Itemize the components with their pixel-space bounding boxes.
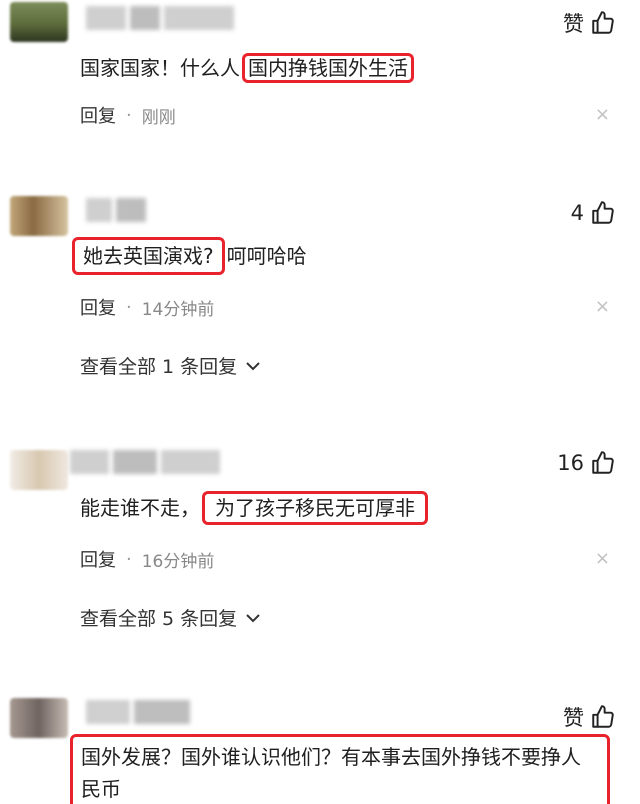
reply-button[interactable]: 回复 xyxy=(80,102,116,128)
like-button[interactable]: 16 xyxy=(557,450,616,476)
thumbs-up-icon xyxy=(592,201,614,224)
meta-separator: · xyxy=(126,548,132,570)
comment-text: 国家国家！什么人 国内挣钱国外生活 xyxy=(80,52,610,84)
avatar[interactable] xyxy=(10,196,68,236)
like-button[interactable]: 赞 xyxy=(563,702,616,732)
comment-meta: 回复 · 16分钟前 xyxy=(80,546,214,572)
comment-text: 她去英国演戏? 呵呵哈哈 xyxy=(70,237,610,275)
timestamp: 16分钟前 xyxy=(141,551,215,572)
close-icon[interactable]: × xyxy=(595,296,610,317)
timestamp: 刚刚 xyxy=(141,107,176,128)
comment-meta: 回复 · 刚刚 xyxy=(80,102,176,128)
close-icon[interactable]: × xyxy=(595,104,610,125)
like-count: 16 xyxy=(557,451,584,475)
thumbs-up-icon xyxy=(592,11,614,34)
reply-button[interactable]: 回复 xyxy=(80,294,116,320)
highlight-box: 国内挣钱国外生活 xyxy=(242,53,414,83)
like-count: 赞 xyxy=(563,706,584,730)
like-count: 赞 xyxy=(563,12,584,36)
username-blurred[interactable] xyxy=(86,700,190,724)
like-count: 4 xyxy=(570,201,584,225)
meta-separator: · xyxy=(126,296,132,318)
view-replies-button[interactable]: 查看全部 1 条回复 xyxy=(80,352,261,379)
thumbs-up-icon xyxy=(592,705,614,728)
username-blurred[interactable] xyxy=(86,6,236,30)
timestamp: 14分钟前 xyxy=(141,299,215,320)
highlight-box: 她去英国演戏? xyxy=(72,237,225,275)
view-replies-button[interactable]: 查看全部 5 条回复 xyxy=(80,604,261,631)
username-blurred[interactable] xyxy=(86,198,146,222)
like-button[interactable]: 赞 xyxy=(563,8,616,38)
chevron-down-icon xyxy=(246,613,260,622)
chevron-down-icon xyxy=(246,361,260,370)
reply-button[interactable]: 回复 xyxy=(80,546,116,572)
highlight-box: 为了孩子移民无可厚非 xyxy=(202,491,428,525)
highlight-box: 国外发展？国外谁认识他们？有本事去国外挣钱不要挣人民币 xyxy=(70,734,610,804)
thumbs-up-icon xyxy=(592,451,614,474)
like-button[interactable]: 4 xyxy=(571,200,616,226)
avatar[interactable] xyxy=(10,698,68,738)
avatar[interactable] xyxy=(10,450,68,490)
comment-text: 能走谁不走， 为了孩子移民无可厚非 xyxy=(80,491,610,525)
username-blurred[interactable] xyxy=(70,450,220,474)
view-replies-label: 查看全部 1 条回复 xyxy=(80,356,238,378)
close-icon[interactable]: × xyxy=(595,548,610,569)
meta-separator: · xyxy=(126,104,132,126)
view-replies-label: 查看全部 5 条回复 xyxy=(80,608,238,630)
comment-meta: 回复 · 14分钟前 xyxy=(80,294,214,320)
avatar[interactable] xyxy=(10,2,68,42)
